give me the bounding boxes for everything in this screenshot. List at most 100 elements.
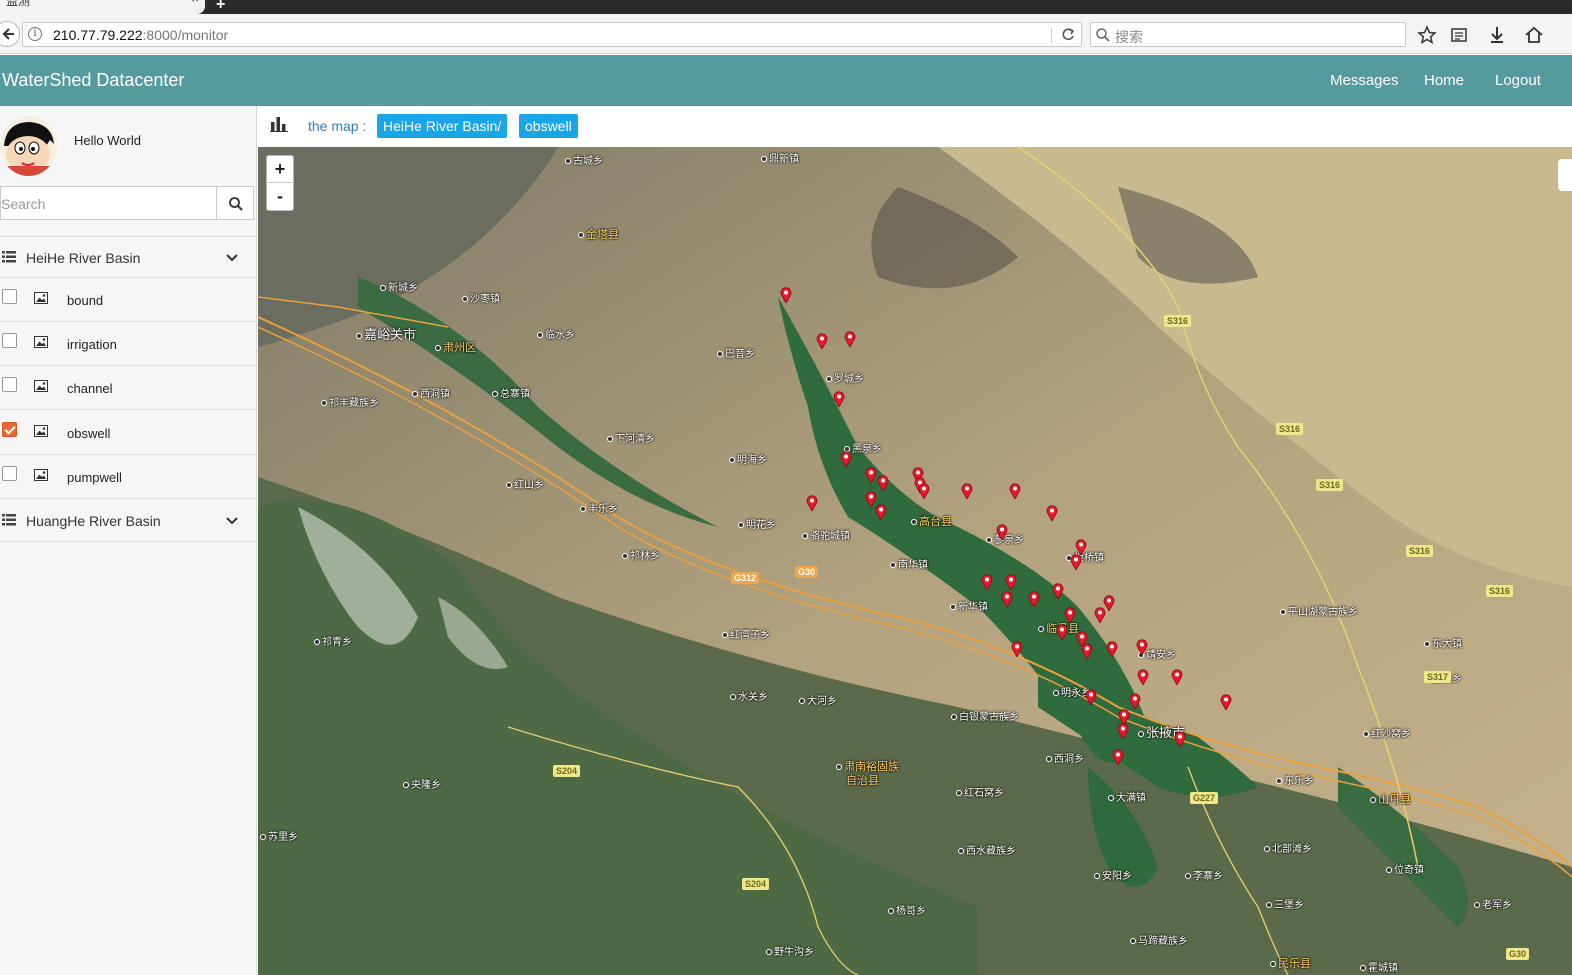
layer-checkbox-checked[interactable]	[2, 422, 17, 437]
obswell-marker-icon[interactable]	[1011, 641, 1023, 658]
layer-checkbox[interactable]	[2, 466, 17, 481]
obswell-marker-icon[interactable]	[806, 495, 818, 512]
browser-tab[interactable]: 监测 ×	[0, 0, 205, 14]
place-label: 东乐乡	[1276, 772, 1314, 787]
obswell-marker-icon[interactable]	[833, 391, 845, 408]
chevron-down-icon[interactable]	[226, 253, 238, 263]
obswell-marker-icon[interactable]	[1001, 591, 1013, 608]
new-tab-button[interactable]: +	[216, 0, 236, 13]
reading-list-icon[interactable]	[1449, 25, 1469, 45]
obswell-marker-icon[interactable]	[1136, 639, 1148, 656]
reload-icon[interactable]	[1059, 26, 1077, 44]
obswell-marker-icon[interactable]	[1174, 731, 1186, 748]
obswell-marker-icon[interactable]	[1056, 624, 1068, 641]
obswell-marker-icon[interactable]	[875, 504, 887, 521]
group-heihe[interactable]: HeiHe River Basin	[0, 236, 257, 278]
layer-label[interactable]: channel	[67, 381, 113, 396]
obswell-marker-icon[interactable]	[981, 574, 993, 591]
browser-tabstrip: 监测 × +	[0, 0, 1572, 14]
crumb-basin[interactable]: HeiHe River Basin/	[377, 114, 508, 138]
layer-label[interactable]: bound	[67, 293, 103, 308]
layer-checkbox[interactable]	[2, 333, 17, 348]
nav-logout[interactable]: Logout	[1495, 72, 1541, 89]
obswell-marker-icon[interactable]	[780, 287, 792, 304]
obswell-marker-icon[interactable]	[1005, 574, 1017, 591]
road-shield: S204	[742, 878, 770, 890]
download-icon[interactable]	[1487, 25, 1507, 45]
back-button[interactable]	[0, 21, 20, 47]
layer-row-bound: bound	[0, 278, 257, 322]
url-host: 210.77.79.222	[53, 27, 143, 43]
layer-switcher-button[interactable]	[1558, 159, 1572, 191]
browser-search-bar[interactable]: 搜索	[1090, 22, 1406, 47]
info-icon[interactable]: i	[28, 27, 42, 41]
obswell-marker-icon[interactable]	[1081, 643, 1093, 660]
obswell-marker-icon[interactable]	[877, 475, 889, 492]
place-label: 沙枣镇	[462, 290, 500, 305]
place-label: 新华镇	[950, 598, 988, 613]
obswell-marker-icon[interactable]	[865, 467, 877, 484]
obswell-marker-icon[interactable]	[1085, 689, 1097, 706]
obswell-marker-icon[interactable]	[816, 333, 828, 350]
place-label: 红山乡	[506, 476, 544, 491]
obswell-marker-icon[interactable]	[1064, 607, 1076, 624]
place-label: 祁青乡	[314, 633, 352, 648]
obswell-marker-icon[interactable]	[1220, 694, 1232, 711]
chevron-down-icon[interactable]	[226, 516, 238, 526]
zoom-out-button[interactable]: -	[267, 183, 293, 210]
bar-chart-icon[interactable]	[270, 116, 288, 132]
place-label: 野牛沟乡	[766, 943, 814, 958]
obswell-marker-icon[interactable]	[961, 483, 973, 500]
list-icon	[2, 251, 16, 263]
obswell-marker-icon[interactable]	[1112, 749, 1124, 766]
obswell-marker-icon[interactable]	[1028, 591, 1040, 608]
layer-checkbox[interactable]	[2, 289, 17, 304]
place-label: 南华镇	[890, 556, 928, 571]
obswell-marker-icon[interactable]	[1046, 505, 1058, 522]
brand-title[interactable]: WaterShed Datacenter	[2, 70, 184, 91]
obswell-marker-icon[interactable]	[918, 483, 930, 500]
crumb-layer[interactable]: obswell	[519, 114, 578, 138]
layer-checkbox[interactable]	[2, 377, 17, 392]
obswell-marker-icon[interactable]	[840, 451, 852, 468]
tab-close-icon[interactable]: ×	[191, 0, 199, 6]
obswell-marker-icon[interactable]	[1106, 641, 1118, 658]
obswell-marker-icon[interactable]	[1094, 607, 1106, 624]
place-label: 三堡乡	[1266, 896, 1304, 911]
browser-navbar: i 210.77.79.222:8000/monitor 搜索	[0, 14, 1572, 54]
zoom-in-button[interactable]: +	[267, 156, 293, 183]
place-label: 西洞乡	[1046, 750, 1084, 765]
obswell-marker-icon[interactable]	[1129, 693, 1141, 710]
layer-row-obswell: obswell	[0, 411, 257, 455]
map-view[interactable]: + - 嘉峪关市 肃州区 金塔县 高台县 张掖市 临泽县 山丹县 民乐县 肃南裕…	[258, 147, 1572, 975]
arrow-left-icon	[2, 28, 14, 40]
obswell-marker-icon[interactable]	[1075, 539, 1087, 556]
url-separator	[1051, 27, 1052, 44]
home-icon[interactable]	[1524, 25, 1544, 45]
place-label: 红石窝乡	[956, 784, 1004, 799]
nav-home[interactable]: Home	[1424, 72, 1464, 89]
obswell-marker-icon[interactable]	[1137, 669, 1149, 686]
nav-messages[interactable]: Messages	[1330, 72, 1398, 89]
layer-label[interactable]: irrigation	[67, 337, 117, 352]
place-label: 罗城乡	[826, 370, 864, 385]
road-shield: S204	[553, 765, 581, 777]
layer-label[interactable]: pumpwell	[67, 470, 122, 485]
road-shield: S317	[1424, 671, 1452, 683]
obswell-marker-icon[interactable]	[1009, 483, 1021, 500]
url-bar[interactable]: i 210.77.79.222:8000/monitor	[22, 22, 1082, 47]
obswell-marker-icon[interactable]	[996, 524, 1008, 541]
road-shield: G227	[1190, 792, 1219, 804]
layer-label[interactable]: obswell	[67, 426, 110, 441]
sidebar-search-button[interactable]	[216, 186, 254, 220]
group-huanghe[interactable]: HuangHe River Basin	[0, 500, 257, 542]
obswell-marker-icon[interactable]	[1070, 554, 1082, 571]
obswell-marker-icon[interactable]	[1052, 583, 1064, 600]
place-label: 位奇镇	[1386, 861, 1424, 876]
sidebar-search-input[interactable]: Search	[0, 186, 217, 220]
obswell-marker-icon[interactable]	[1117, 723, 1129, 740]
obswell-marker-icon[interactable]	[844, 331, 856, 348]
obswell-marker-icon[interactable]	[1171, 669, 1183, 686]
road-shield: S316	[1486, 585, 1514, 597]
star-icon[interactable]	[1417, 25, 1437, 45]
